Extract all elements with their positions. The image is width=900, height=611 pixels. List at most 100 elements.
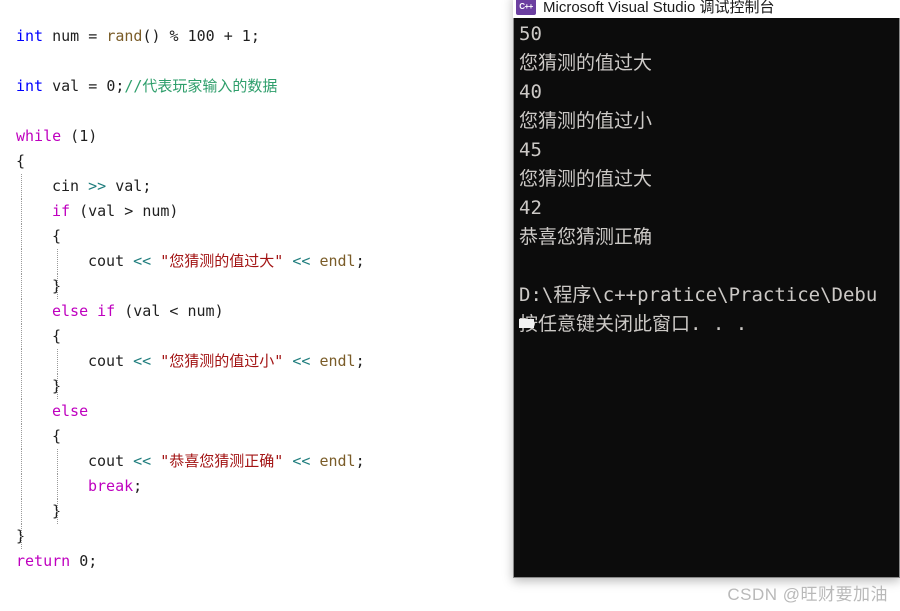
code-token: ( — [70, 202, 89, 220]
code-token: if — [52, 202, 71, 220]
code-token: num — [187, 302, 215, 320]
code-token: ; — [88, 552, 98, 570]
code-token: = — [79, 27, 107, 45]
console-output-line: 42 — [519, 197, 542, 219]
code-line-content: else if (val < num) — [16, 302, 224, 320]
code-line-content: return 0; — [16, 552, 97, 570]
code-line-content: if (val > num) — [16, 202, 178, 220]
code-line-content: { — [16, 427, 61, 445]
code-line-content: } — [16, 377, 61, 395]
indent-guide — [21, 374, 22, 399]
code-line: } — [0, 499, 513, 524]
indent-guide — [57, 374, 58, 399]
code-token: break — [88, 477, 134, 495]
console-titlebar[interactable]: C++ Microsoft Visual Studio 调试控制台 — [513, 0, 900, 18]
indent-guide — [57, 449, 58, 474]
code-line-content: while (1) — [16, 127, 97, 145]
console-output-line: 恭喜您猜测正确 — [519, 226, 653, 248]
code-line-content: } — [16, 277, 61, 295]
code-token: = — [79, 77, 107, 95]
code-line: return 0; — [0, 549, 513, 574]
indent-guide — [21, 399, 22, 424]
code-token: << — [292, 252, 311, 270]
code-token: 100 — [187, 27, 215, 45]
code-token: val — [115, 177, 143, 195]
code-token: << — [133, 452, 152, 470]
indent-guide — [21, 174, 22, 199]
code-token: return — [16, 552, 71, 570]
code-token: int — [16, 27, 44, 45]
code-token: << — [133, 352, 152, 370]
indent-guide — [57, 274, 58, 299]
code-token: "恭喜您猜测正确" — [160, 452, 284, 470]
code-token: else — [52, 402, 89, 420]
code-token: ( — [61, 127, 80, 145]
code-token: ; — [250, 27, 260, 45]
code-token: cout — [88, 252, 125, 270]
code-token: num — [142, 202, 170, 220]
code-token: cin — [52, 177, 80, 195]
code-token: ; — [142, 177, 152, 195]
code-line: cin >> val; — [0, 174, 513, 199]
code-token: val — [88, 202, 116, 220]
code-token: "您猜测的值过小" — [160, 352, 284, 370]
code-line-content: cin >> val; — [16, 177, 151, 195]
code-token: endl — [319, 352, 356, 370]
indent-guide — [21, 274, 22, 299]
console-output-line: 您猜测的值过大 — [519, 168, 653, 190]
code-line: { — [0, 224, 513, 249]
code-line-content: cout << "您猜测的值过小" << endl; — [16, 352, 365, 370]
console-output-area[interactable]: 50 您猜测的值过大 40 您猜测的值过小 45 您猜测的值过大 42 恭喜您猜测正确 D:\… — [513, 18, 900, 578]
code-token: num — [52, 27, 80, 45]
console-title: Microsoft Visual Studio 调试控制台 — [543, 0, 775, 16]
code-token: () — [142, 27, 170, 45]
code-token: { — [16, 152, 26, 170]
console-window[interactable]: C++ Microsoft Visual Studio 调试控制台 50 您猜测的… — [513, 0, 900, 578]
console-output-line: 您猜测的值过小 — [519, 110, 653, 132]
code-line: } — [0, 274, 513, 299]
csdn-watermark: CSDN @旺财要加油 — [727, 585, 888, 604]
console-output-line: 您猜测的值过大 — [519, 52, 653, 74]
code-token: 1 — [79, 127, 89, 145]
code-line-content: { — [16, 327, 61, 345]
code-line: int val = 0;//代表玩家输入的数据 — [0, 74, 513, 99]
code-token: 0 — [106, 77, 116, 95]
code-token: >> — [88, 177, 107, 195]
code-token: ) — [169, 202, 179, 220]
visual-studio-cpp-icon: C++ — [516, 0, 536, 15]
code-line-content: int num = rand() % 100 + 1; — [16, 27, 260, 45]
code-line-content: int val = 0;//代表玩家输入的数据 — [16, 77, 277, 95]
code-token: % — [169, 27, 179, 45]
code-token: rand — [106, 27, 143, 45]
code-line: { — [0, 424, 513, 449]
code-token: ; — [355, 452, 365, 470]
code-line-content: else — [16, 402, 88, 420]
indent-guide — [57, 349, 58, 374]
code-text-area[interactable]: int num = rand() % 100 + 1; int val = 0;/… — [0, 24, 513, 574]
code-token: + — [214, 27, 242, 45]
indent-guide — [21, 224, 22, 249]
code-line-content: cout << "您猜测的值过大" << endl; — [16, 252, 365, 270]
indent-guide — [21, 299, 22, 324]
code-token: ) — [214, 302, 224, 320]
code-line-content: } — [16, 502, 61, 520]
indent-guide — [21, 474, 22, 499]
code-line: } — [0, 374, 513, 399]
code-line: { — [0, 149, 513, 174]
code-token: ( — [115, 302, 134, 320]
code-line: while (1) — [0, 124, 513, 149]
code-editor-pane[interactable]: int num = rand() % 100 + 1; int val = 0;/… — [0, 0, 513, 611]
indent-guide — [21, 424, 22, 449]
code-token: cout — [88, 352, 125, 370]
